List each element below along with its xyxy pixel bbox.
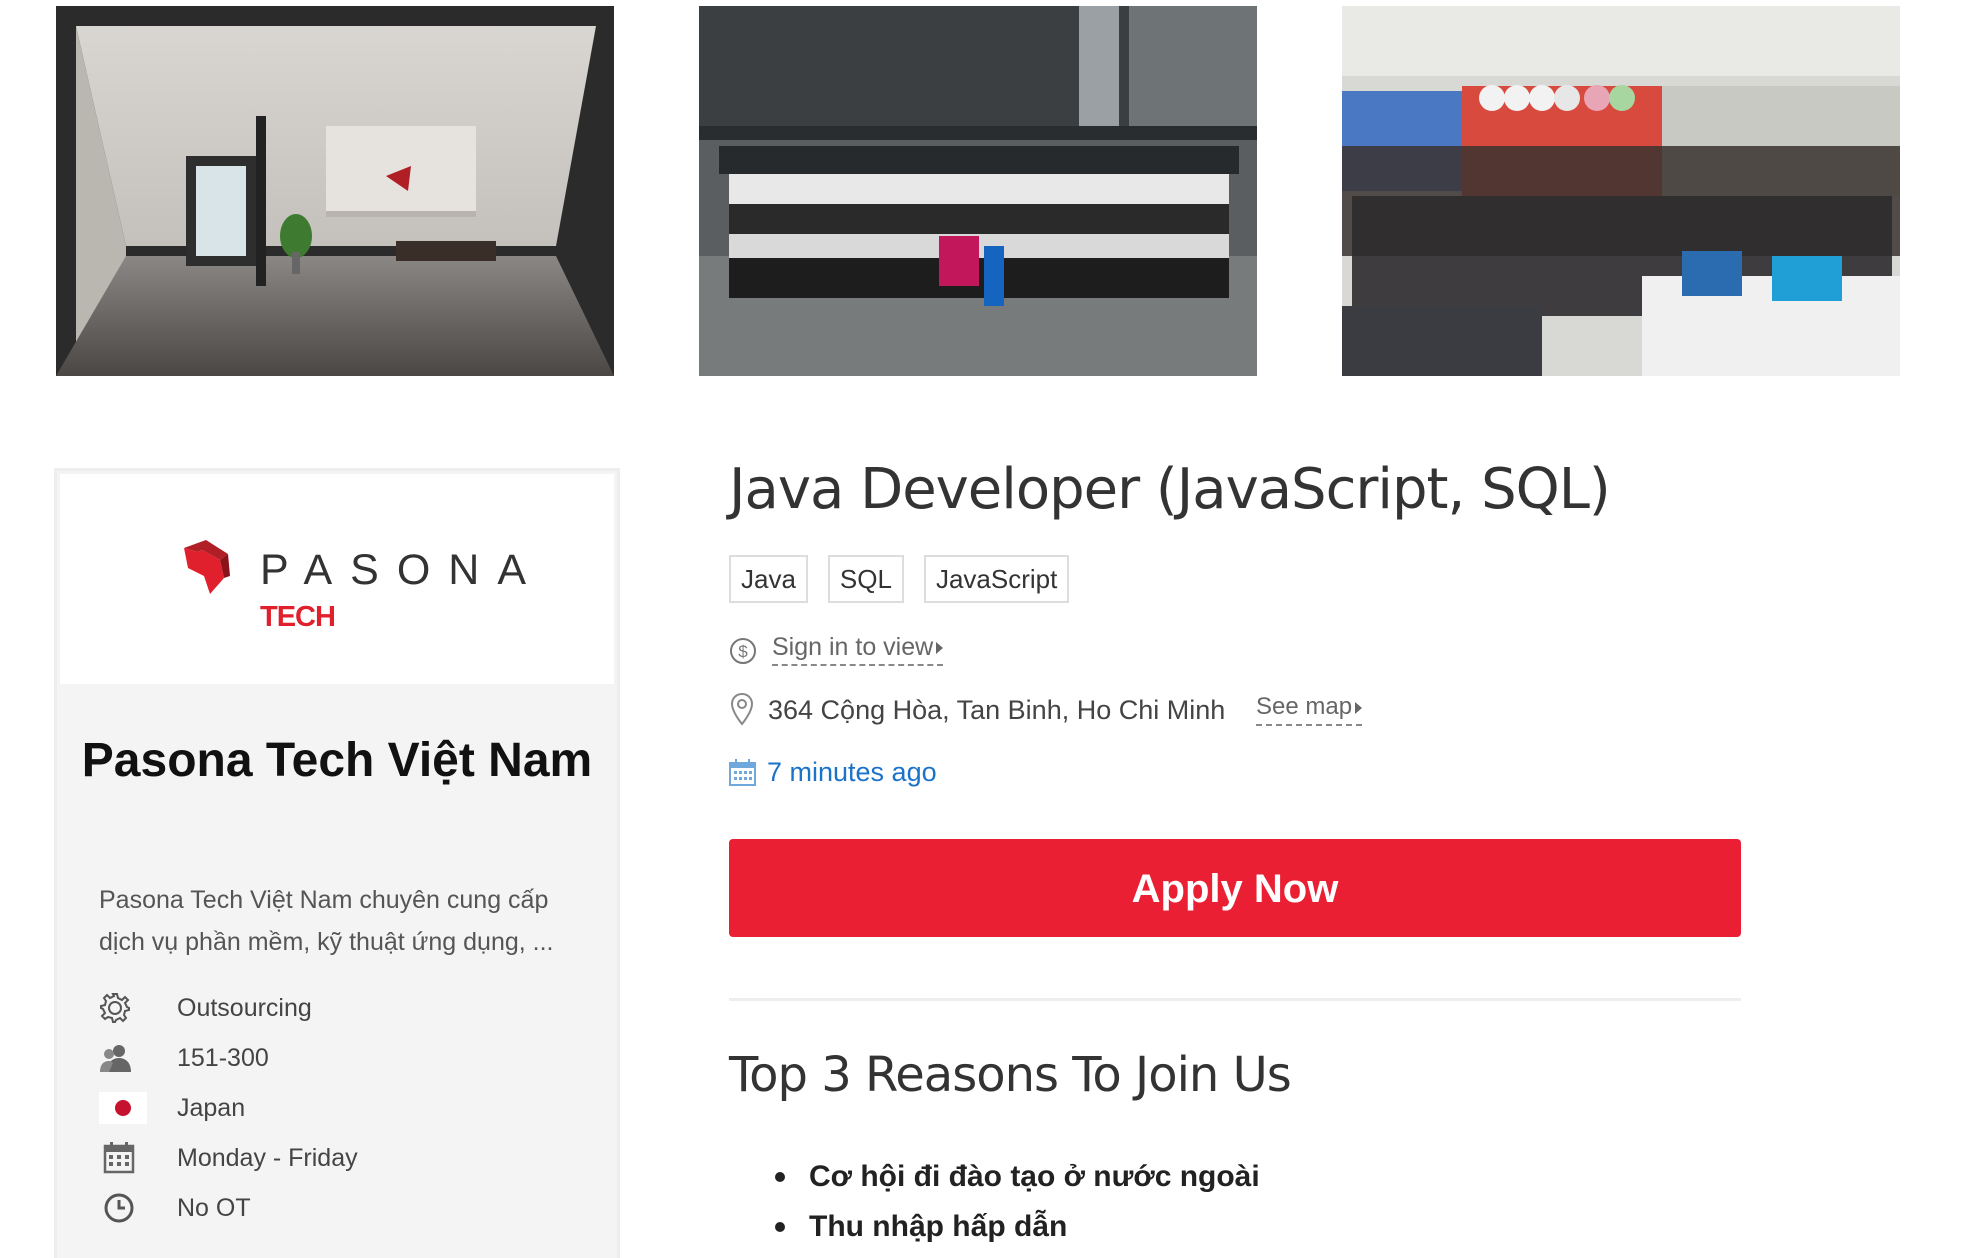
fact-label: No OT	[177, 1194, 251, 1222]
dollar-circle-icon: $	[730, 638, 756, 664]
job-address: 364 Cộng Hòa, Tan Binh, Ho Chi Minh	[768, 695, 1226, 725]
fact-company-size: 151-300	[99, 1033, 599, 1083]
tag-sql[interactable]: SQL	[827, 555, 904, 603]
clock-icon	[104, 1193, 134, 1223]
see-map-label: See map	[1256, 693, 1353, 720]
fact-country: Japan	[99, 1083, 599, 1133]
reasons-list: Cơ hội đi đào tạo ở nước ngoài Thu nhập …	[729, 1152, 1729, 1252]
pasona-logo-mark-icon	[184, 540, 230, 594]
section-divider	[729, 998, 1741, 1001]
tag-java[interactable]: Java	[729, 555, 808, 603]
job-title: Java Developer (JavaScript, SQL)	[729, 457, 1611, 522]
sign-in-to-view-salary-link[interactable]: Sign in to view	[772, 630, 944, 666]
gear-icon	[100, 993, 130, 1023]
company-description: Pasona Tech Việt Nam chuyên cung cấp dịc…	[99, 886, 554, 956]
see-map-link[interactable]: See map	[1256, 690, 1363, 726]
company-card: PASONA TECH Pasona Tech Việt Nam Pasona …	[54, 468, 620, 1258]
company-facts: Outsourcing 151-300 Japan Monday - Frida…	[99, 983, 599, 1233]
fact-label: Japan	[177, 1094, 246, 1122]
company-name[interactable]: Pasona Tech Việt Nam	[57, 733, 617, 789]
group-photo-office[interactable]	[1342, 6, 1900, 376]
skill-tags: Java SQL JavaScript	[729, 555, 1070, 603]
office-reception-image	[56, 6, 614, 376]
fact-overtime: No OT	[99, 1183, 599, 1233]
office-lobby-photo[interactable]	[56, 6, 614, 376]
japan-flag-icon	[99, 1092, 147, 1124]
caret-right-icon	[936, 642, 944, 655]
reasons-heading: Top 3 Reasons To Join Us	[729, 1047, 1292, 1103]
salary-link-label: Sign in to view	[772, 633, 934, 661]
svg-text:$: $	[738, 642, 748, 661]
logo-wordmark: PASONA	[260, 546, 545, 594]
fact-label: Outsourcing	[177, 994, 312, 1022]
logo-sub-wordmark: TECH	[260, 601, 336, 633]
fact-company-type: Outsourcing	[99, 983, 599, 1033]
map-pin-icon	[730, 692, 754, 726]
calendar-icon	[729, 759, 756, 786]
office-party-image	[1342, 6, 1900, 376]
fact-working-days: Monday - Friday	[99, 1133, 599, 1183]
fact-label: 151-300	[177, 1044, 269, 1072]
company-logo[interactable]: PASONA TECH	[60, 474, 614, 684]
group-photo-outdoor[interactable]	[699, 6, 1257, 376]
list-item: Thu nhập hấp dẫn	[729, 1202, 1729, 1252]
team-group-image	[699, 6, 1257, 376]
calendar-icon	[103, 1142, 135, 1174]
fact-label: Monday - Friday	[177, 1144, 358, 1172]
list-item: Cơ hội đi đào tạo ở nước ngoài	[729, 1152, 1729, 1202]
people-icon	[100, 1045, 131, 1072]
apply-now-button[interactable]: Apply Now	[729, 839, 1741, 937]
tag-javascript[interactable]: JavaScript	[923, 555, 1070, 603]
caret-right-icon	[1355, 701, 1363, 714]
posted-time: 7 minutes ago	[767, 757, 937, 787]
